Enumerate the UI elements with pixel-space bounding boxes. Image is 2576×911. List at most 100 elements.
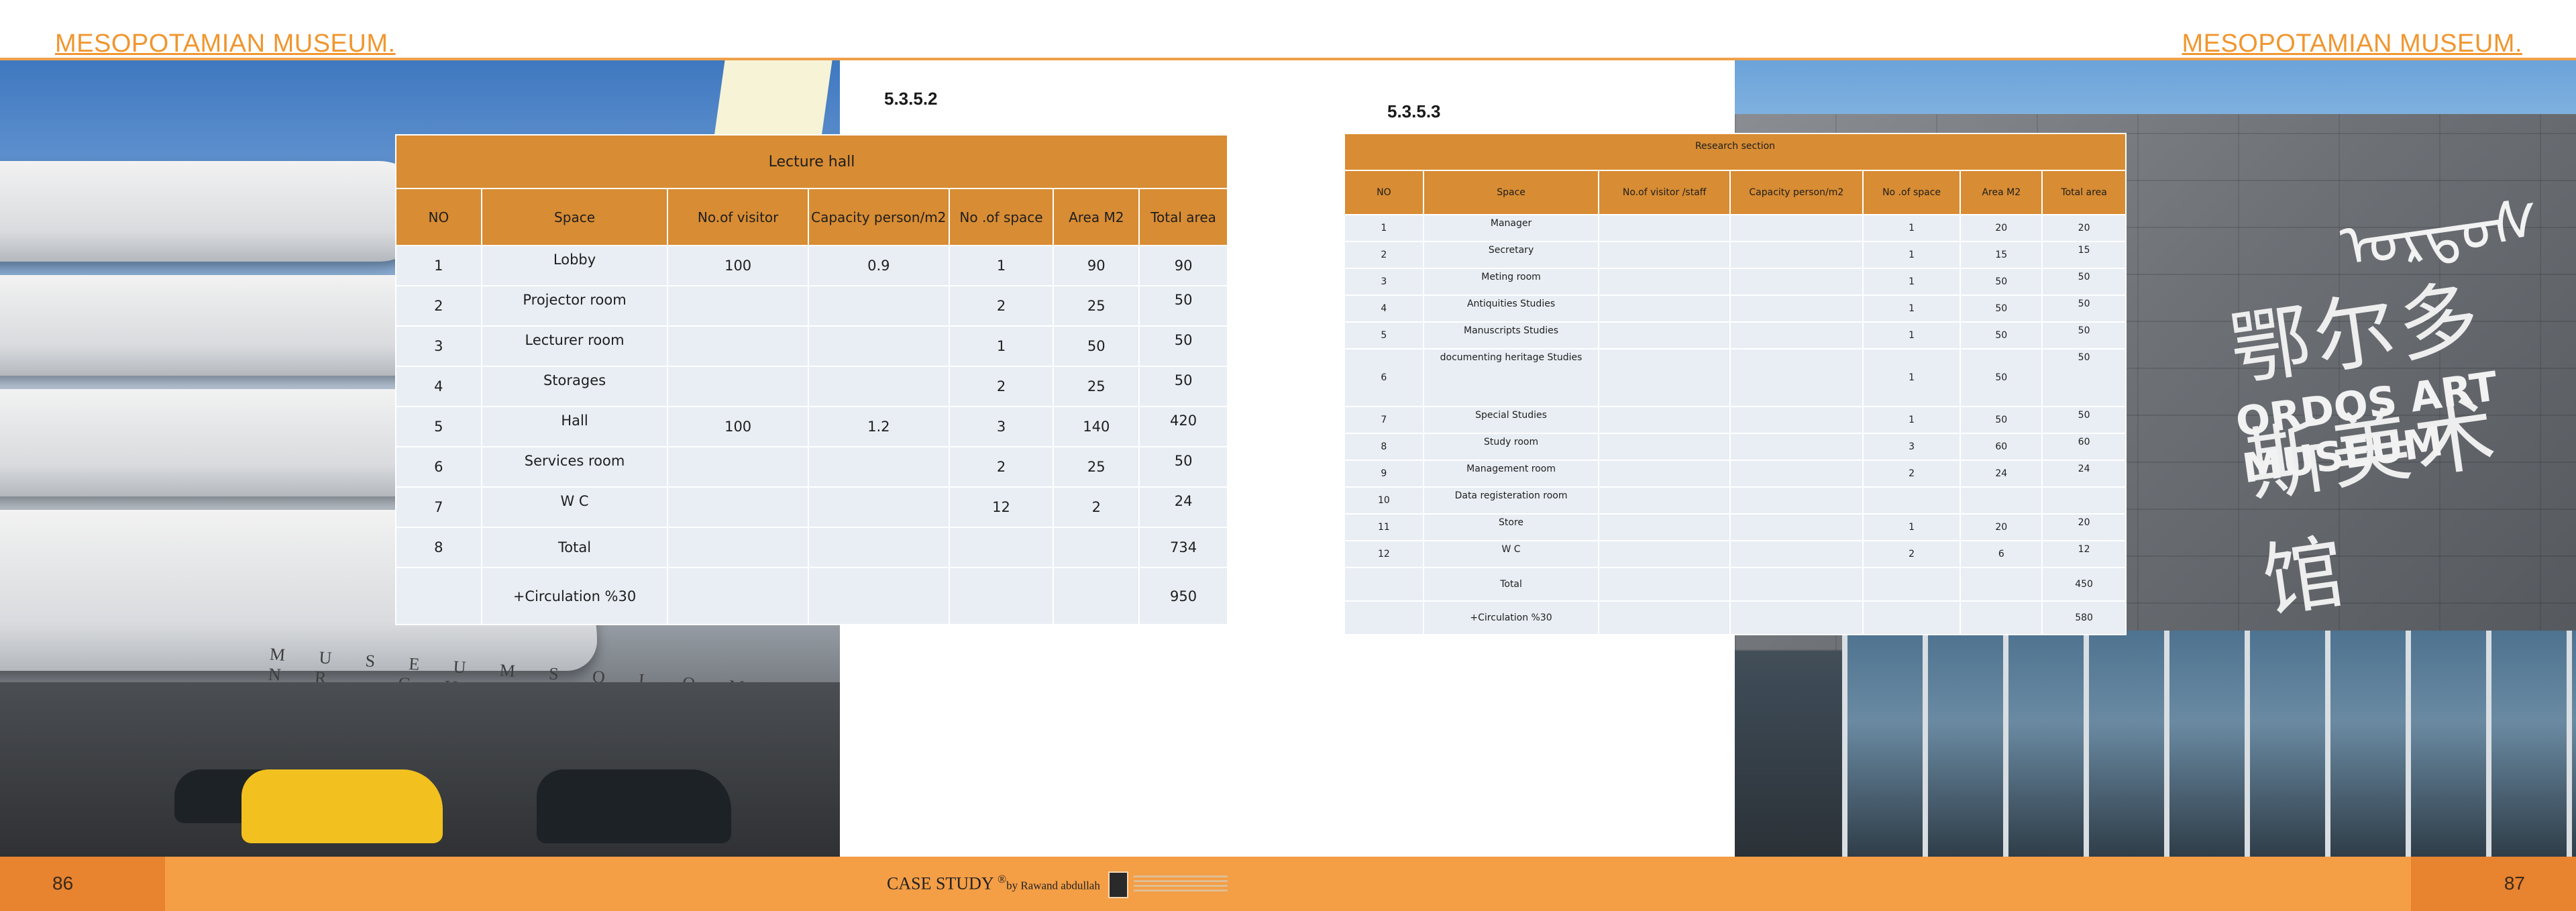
table-row: 4 Antiquities Studies 1 50 50	[1344, 294, 2127, 323]
table-row: 8 Study room 3 60 60	[1344, 433, 2127, 461]
cell-staff	[1598, 486, 1731, 515]
cell-space: Store	[1422, 513, 1600, 541]
cell-no: 9	[1344, 460, 1424, 488]
cell-visitors	[667, 285, 809, 327]
logo-caption-lines	[1134, 875, 1228, 892]
table-caption: Lecture hall	[395, 134, 1228, 189]
cell-num-space: 12	[948, 486, 1055, 528]
cell-total: 420	[1138, 406, 1228, 447]
cell-capacity	[1729, 567, 1864, 602]
cell-visitors	[667, 366, 809, 407]
table-row: 4 Storages 2 25 50	[395, 366, 1228, 407]
cell-capacity	[1729, 214, 1864, 242]
cell-space: +Circulation %30	[1422, 600, 1600, 635]
cell-space: Study room	[1422, 433, 1600, 461]
cell-space: documenting heritage Studies	[1422, 348, 1600, 407]
cell-no: 4	[1344, 294, 1424, 323]
cell-space: Special Studies	[1422, 406, 1600, 434]
cell-num-space: 1	[948, 245, 1055, 286]
cell-no: 11	[1344, 513, 1424, 541]
table-row: 7 Special Studies 1 50 50	[1344, 406, 2127, 434]
cell-space: Secretary	[1422, 241, 1600, 269]
cell-capacity: 1.2	[807, 406, 950, 447]
cell-total: 50	[2041, 348, 2127, 407]
taxi	[241, 769, 443, 843]
registered-mark: ®	[998, 873, 1007, 886]
table-row: 6 documenting heritage Studies 1 50 50	[1344, 348, 2127, 407]
cell-no: 1	[1344, 214, 1424, 242]
table-row: 1 Lobby 100 0.9 1 90 90	[395, 245, 1228, 286]
cell-total: 50	[2041, 268, 2127, 296]
cell-area: 24	[1960, 460, 2043, 488]
cell-visitors	[667, 486, 809, 528]
table-row: 3 Lecturer room 1 50 50	[395, 325, 1228, 367]
cell-space: W C	[480, 486, 669, 528]
cell-num-space	[948, 527, 1055, 568]
cell-area	[1053, 527, 1140, 568]
cell-no: 8	[395, 527, 482, 568]
cell-visitors: 100	[667, 406, 809, 447]
cell-area: 50	[1960, 321, 2043, 350]
cell-total: 24	[1138, 486, 1228, 528]
author-credit: by Rawand abdullah	[1006, 879, 1100, 892]
column-header: Total area	[2041, 170, 2127, 215]
column-header: Space	[1422, 170, 1600, 215]
cell-total: 580	[2041, 600, 2127, 635]
cell-capacity	[1729, 513, 1864, 541]
cell-total: 60	[2041, 433, 2127, 461]
cell-space: +Circulation %30	[480, 567, 669, 625]
cell-total: 734	[1138, 527, 1228, 568]
cell-capacity	[1729, 433, 1864, 461]
cell-num-space	[1862, 486, 1962, 515]
table-row: 1 Manager 1 20 20	[1344, 214, 2127, 242]
column-header: No.of visitor /staff	[1598, 170, 1731, 215]
cell-area: 15	[1960, 241, 2043, 269]
table-row-circulation: +Circulation %30 950	[395, 567, 1228, 625]
cell-staff	[1598, 567, 1731, 602]
cell-num-space: 1	[1862, 214, 1962, 242]
cell-area: 140	[1053, 406, 1140, 447]
cell-visitors	[667, 567, 809, 625]
cell-staff	[1598, 241, 1731, 269]
cell-capacity	[807, 366, 950, 407]
cell-num-space: 1	[1862, 321, 1962, 350]
cell-num-space: 1	[1862, 406, 1962, 434]
cell-area: 25	[1053, 285, 1140, 327]
cell-no	[1344, 600, 1424, 635]
table-row: 11 Store 1 20 20	[1344, 513, 2127, 541]
cell-capacity	[807, 527, 950, 568]
cell-area: 50	[1960, 348, 2043, 407]
cell-total	[2041, 486, 2127, 515]
cell-num-space	[948, 567, 1055, 625]
cell-no: 7	[395, 486, 482, 528]
cell-area: 50	[1960, 268, 2043, 296]
section-number-left: 5.3.5.2	[884, 89, 938, 109]
cell-total: 50	[2041, 321, 2127, 350]
cell-space: Lobby	[480, 245, 669, 286]
cell-no	[395, 567, 482, 625]
cell-no: 4	[395, 366, 482, 407]
cell-capacity	[807, 325, 950, 367]
column-header: NO	[395, 188, 482, 246]
cell-total: 90	[1138, 245, 1228, 286]
cell-num-space: 3	[1862, 433, 1962, 461]
cell-no: 3	[395, 325, 482, 367]
cell-num-space: 2	[948, 285, 1055, 327]
cell-no: 8	[1344, 433, 1424, 461]
cell-space: Manager	[1422, 214, 1600, 242]
cell-no: 5	[395, 406, 482, 447]
cell-space: Manuscripts Studies	[1422, 321, 1600, 350]
cell-staff	[1598, 460, 1731, 488]
table-row: 5 Hall 100 1.2 3 140 420	[395, 406, 1228, 447]
cell-space: Projector room	[480, 285, 669, 327]
table-caption: Research section	[1344, 133, 2127, 171]
lecture-hall-table: Lecture hall NO Space No.of visitor Capa…	[395, 134, 1228, 625]
cell-total: 950	[1138, 567, 1228, 625]
cell-area	[1960, 600, 2043, 635]
cell-num-space: 2	[1862, 460, 1962, 488]
cell-no: 5	[1344, 321, 1424, 350]
cell-no: 2	[395, 285, 482, 327]
cell-num-space	[1862, 567, 1962, 602]
case-study-label: CASE STUDY	[887, 873, 994, 894]
table-row: 7 W C 12 2 24	[395, 486, 1228, 528]
